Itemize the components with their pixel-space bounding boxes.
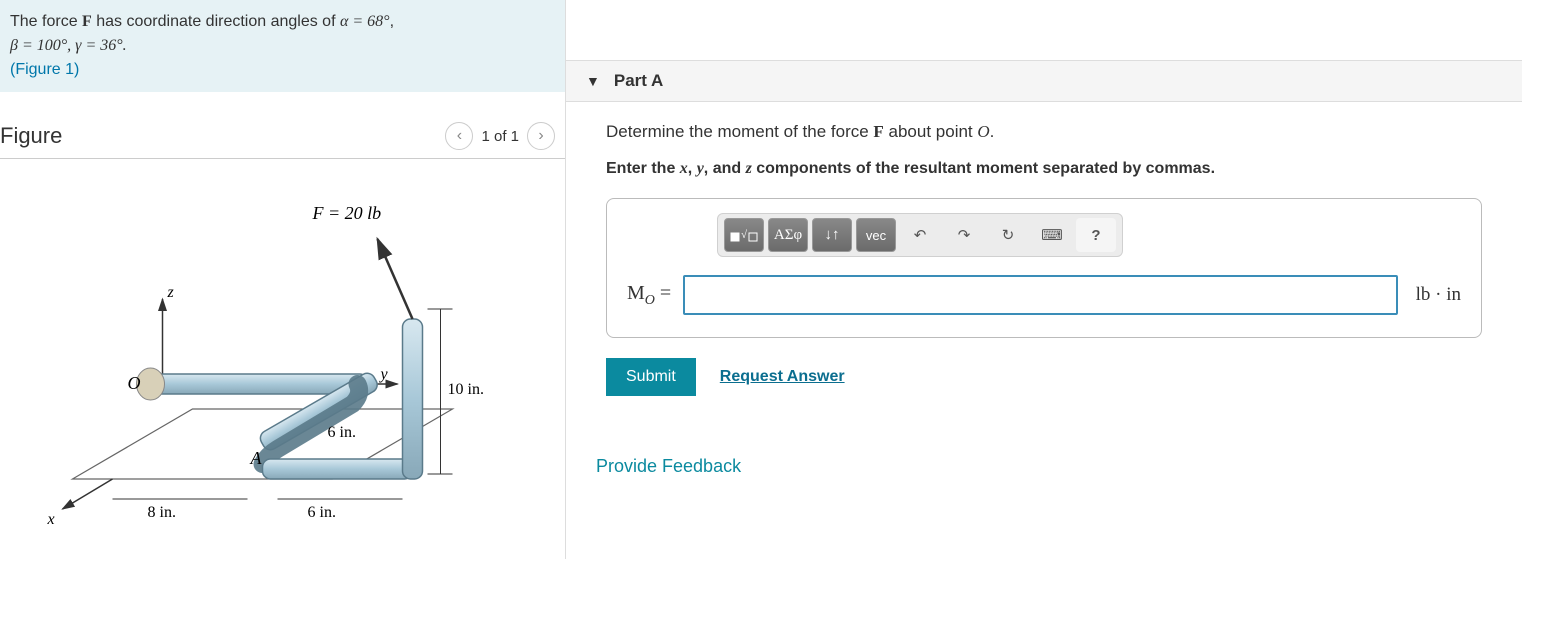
tool-undo[interactable]: ↶ xyxy=(900,218,940,252)
problem-statement: The force F has coordinate direction ang… xyxy=(0,0,565,92)
dim-6in-b: 6 in. xyxy=(308,504,336,521)
axis-y-label: y xyxy=(379,366,389,383)
fig-next-button[interactable]: › xyxy=(527,122,555,150)
provide-feedback-link[interactable]: Provide Feedback xyxy=(596,456,741,477)
figure-header: Figure ‹ 1 of 1 › xyxy=(0,122,565,159)
tool-redo[interactable]: ↷ xyxy=(944,218,984,252)
tool-help[interactable]: ? xyxy=(1076,218,1116,252)
tool-templates[interactable]: √ xyxy=(724,218,764,252)
answer-units: lb · in xyxy=(1416,284,1461,306)
point-a-label: A xyxy=(250,448,263,468)
request-answer-link[interactable]: Request Answer xyxy=(720,368,845,386)
force-symbol: F xyxy=(82,13,92,30)
problem-line1-pre: The force xyxy=(10,13,82,30)
alpha-eq: α = 68° xyxy=(340,13,390,30)
tool-reset[interactable]: ↻ xyxy=(988,218,1028,252)
beta-gamma: β = 100°, γ = 36°. xyxy=(10,37,127,54)
dim-8in: 8 in. xyxy=(148,504,176,521)
figure-link[interactable]: (Figure 1) xyxy=(10,61,79,78)
instruction-text: Enter the x, y, and z components of the … xyxy=(606,160,1482,178)
answer-label: MO = xyxy=(627,282,671,309)
dim-10in: 10 in. xyxy=(448,381,484,398)
tool-keyboard[interactable]: ⌨ xyxy=(1032,218,1072,252)
prompt-text: Determine the moment of the force F abou… xyxy=(606,122,1482,142)
tool-subsup[interactable]: ↓↑ xyxy=(812,218,852,252)
tool-greek[interactable]: ΑΣφ xyxy=(768,218,808,252)
answer-input[interactable] xyxy=(683,275,1397,315)
submit-button[interactable]: Submit xyxy=(606,358,696,396)
svg-text:√: √ xyxy=(741,229,748,241)
fig-prev-button[interactable]: ‹ xyxy=(445,122,473,150)
force-label: F = 20 lb xyxy=(312,203,382,223)
figure-diagram: z x y xyxy=(0,179,565,559)
dim-6in-a: 6 in. xyxy=(328,424,356,441)
axis-z-label: z xyxy=(167,284,175,301)
figure-title: Figure xyxy=(0,123,62,149)
part-title: Part A xyxy=(614,71,663,91)
tool-vec[interactable]: vec xyxy=(856,218,896,252)
point-o-label: O xyxy=(128,373,141,393)
axis-x-label: x xyxy=(47,511,55,528)
part-a-header[interactable]: ▼ Part A xyxy=(566,60,1522,102)
figure-nav: ‹ 1 of 1 › xyxy=(445,122,555,150)
fig-nav-label: 1 of 1 xyxy=(481,128,519,145)
problem-line1-mid: has coordinate direction angles of xyxy=(92,13,340,30)
caret-icon: ▼ xyxy=(586,73,600,89)
answer-box: √ ΑΣφ ↓↑ vec ↶ ↷ ↻ ⌨ ? MO = lb · in xyxy=(606,198,1482,338)
math-toolbar: √ ΑΣφ ↓↑ vec ↶ ↷ ↻ ⌨ ? xyxy=(717,213,1123,257)
